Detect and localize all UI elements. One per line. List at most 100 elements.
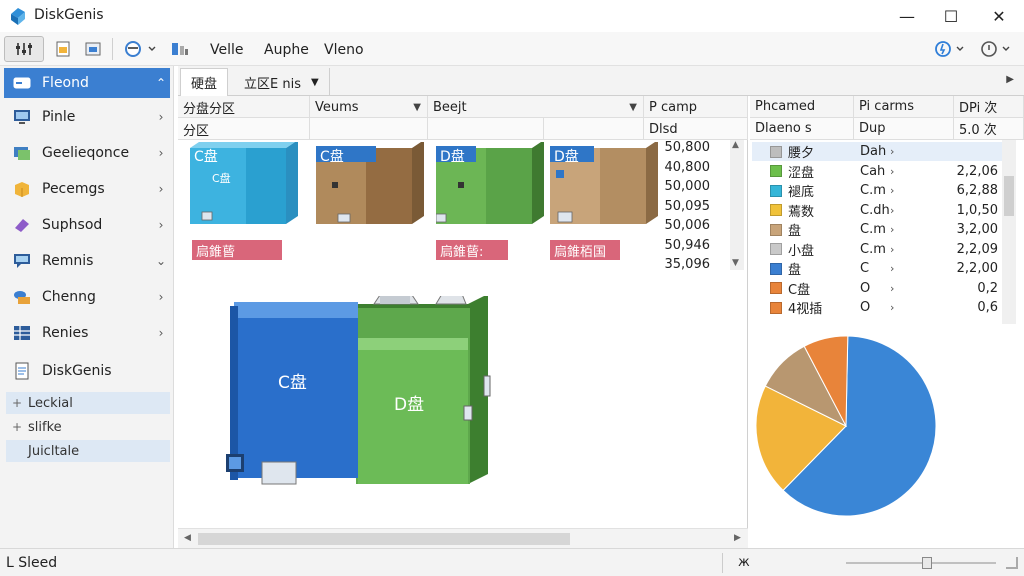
column-subheader: Dup <box>854 118 954 140</box>
sidebar-item-pinle[interactable]: Pinle › <box>4 102 170 132</box>
sidebar-item-pecemgs[interactable]: Pecemgs › <box>4 174 170 204</box>
expand-plus-icon[interactable]: + <box>6 420 28 434</box>
sidebar-subitem[interactable]: + Leckial <box>6 392 170 414</box>
chevron-right-icon[interactable]: › <box>152 182 170 196</box>
open-file-icon[interactable] <box>50 36 76 62</box>
size-value: 50,800 <box>664 140 711 155</box>
disk-tile-label: C盘 <box>320 149 344 165</box>
color-swatch <box>770 243 782 255</box>
chevron-right-icon[interactable]: › <box>152 326 170 340</box>
sidebar-item-fleond[interactable]: Fleond ⌃ <box>4 68 170 98</box>
horizontal-scrollbar[interactable]: ◀ ▶ <box>178 528 748 548</box>
sidebar-item-chenng[interactable]: Chenng › <box>4 282 170 312</box>
sidebar-subitem[interactable]: + slifke <box>6 416 170 438</box>
column-header[interactable]: Phcamed <box>750 96 854 118</box>
chevron-right-icon[interactable]: › <box>890 262 910 275</box>
partition-name: 盘 <box>788 263 802 278</box>
column-header[interactable]: DPi 次 <box>954 96 1024 118</box>
disk-visual-large[interactable]: C盘 D盘 <box>226 291 496 496</box>
partition-row[interactable]: 盘 C.m › 3,2,00 <box>752 220 1002 239</box>
chevron-right-icon[interactable]: › <box>890 223 910 236</box>
eraser-icon <box>12 216 32 234</box>
column-header[interactable]: P camp <box>644 96 748 118</box>
column-subheader <box>310 118 428 140</box>
partition-size: 0,2 <box>977 280 998 296</box>
chevron-right-icon[interactable]: › <box>152 218 170 232</box>
tools-button[interactable] <box>4 36 44 62</box>
dropdown-arrow-icon: ▼ <box>413 101 421 113</box>
chevron-right-icon[interactable]: › <box>890 145 910 158</box>
info-dropdown-icon[interactable] <box>976 36 1016 62</box>
partition-row[interactable]: 4视插 O › 0,6 <box>752 298 1002 317</box>
disk-tile-d[interactable]: D盘 <box>435 140 546 224</box>
close-button[interactable]: ✕ <box>976 0 1022 32</box>
chevron-right-icon[interactable]: › <box>152 110 170 124</box>
sidebar: Fleond ⌃ Pinle › Geelieqonce › Pecemgs ›… <box>0 66 174 548</box>
chevron-right-icon[interactable]: › <box>152 290 170 304</box>
maximize-button[interactable]: ☐ <box>928 0 974 32</box>
sidebar-subitem-label: Juicltale <box>28 443 80 459</box>
column-header[interactable]: Beejt ▼ <box>428 96 644 118</box>
color-swatch <box>770 262 782 275</box>
menu-velle[interactable]: Velle <box>210 42 244 58</box>
tab-partition[interactable]: 立区E nis ▼ <box>234 68 330 96</box>
sidebar-item-remnis[interactable]: Remnis ⌄ <box>4 246 170 276</box>
scrollbar-thumb[interactable] <box>1004 176 1014 216</box>
document-icon <box>12 362 32 380</box>
partition-row[interactable]: 蔫数 C.dh › 1,0,50 <box>752 201 1002 220</box>
disk-tile-c-brown[interactable]: C盘 <box>316 140 426 224</box>
zoom-slider[interactable] <box>846 562 996 564</box>
column-header[interactable]: Veums ▼ <box>310 96 428 118</box>
sidebar-item-diskgenis[interactable]: DiskGenis <box>4 356 170 386</box>
size-value: 50,006 <box>664 218 711 233</box>
save-disk-icon[interactable] <box>80 36 106 62</box>
vertical-scrollbar[interactable] <box>1002 140 1016 324</box>
sidebar-item-suphsod[interactable]: Suphsod › <box>4 210 170 240</box>
menu-vleno[interactable]: Vleno <box>324 42 364 58</box>
status-indicator: ж <box>738 555 750 570</box>
column-header[interactable]: 分盘分区 <box>178 96 310 118</box>
resize-grip-icon[interactable] <box>1006 557 1018 569</box>
disk-tile-d-tan[interactable]: D盘 <box>550 140 660 224</box>
sidebar-item-renies[interactable]: Renies › <box>4 318 170 348</box>
chevron-down-icon[interactable]: ⌄ <box>152 254 170 268</box>
zoom-slider-thumb[interactable] <box>922 557 932 569</box>
disk-status-badge: 扃錐蒈 <box>192 240 282 260</box>
scrollbar-thumb[interactable] <box>198 533 570 545</box>
chevron-right-icon[interactable]: › <box>152 146 170 160</box>
dropdown-arrow-icon: ▼ <box>629 101 637 113</box>
usage-pie-chart <box>755 336 937 517</box>
refresh-dropdown-icon[interactable] <box>120 36 160 62</box>
chevron-right-icon[interactable]: › <box>890 282 910 295</box>
window-title: DiskGenis <box>34 7 104 23</box>
chevron-right-icon[interactable]: › <box>890 243 910 256</box>
big-disk-d-label: D盘 <box>394 395 425 415</box>
minimize-button[interactable]: — <box>884 0 930 32</box>
partition-row[interactable]: 盘 C › 2,2,00 <box>752 259 1002 278</box>
menu-auphe[interactable]: Auphe <box>264 42 309 58</box>
tab-dropdown-icon[interactable]: ▼ <box>311 77 319 88</box>
tab-scroll-right-icon[interactable]: ▶ <box>1006 74 1014 85</box>
chevron-right-icon[interactable]: › <box>890 204 910 217</box>
partition-row[interactable]: 褪底 C.m › 6,2,88 <box>752 181 1002 200</box>
vertical-scrollbar[interactable]: ▲ ▼ <box>730 140 744 270</box>
column-header[interactable]: Pi carms <box>854 96 954 118</box>
disk-tile-c[interactable]: C盘 C盘 <box>190 140 300 224</box>
chevron-right-icon[interactable]: › <box>890 184 910 197</box>
expand-plus-icon[interactable]: + <box>6 396 28 410</box>
sidebar-subitem[interactable]: Juicltale <box>6 440 170 462</box>
partition-row[interactable]: 涩盘 Cah › 2,2,06 <box>752 162 1002 181</box>
sidebar-item-geelieqonce[interactable]: Geelieqonce › <box>4 138 170 168</box>
chevron-right-icon[interactable]: › <box>890 301 910 314</box>
power-settings-icon[interactable] <box>930 36 970 62</box>
partition-row[interactable]: 小盘 C.m › 2,2,09 <box>752 240 1002 259</box>
partition-type: O <box>860 300 871 315</box>
partition-row[interactable]: C盘 O › 0,2 <box>752 279 1002 298</box>
tab-disk[interactable]: 硬盘 <box>180 68 229 96</box>
chevron-right-icon[interactable]: › <box>890 165 910 178</box>
partition-row[interactable]: 腰夕 Dah › <box>752 142 1002 161</box>
partition-name: 盘 <box>788 224 802 239</box>
partition-map-icon[interactable] <box>168 36 192 62</box>
size-value: 50,946 <box>664 238 711 253</box>
chevron-up-icon[interactable]: ⌃ <box>152 76 170 90</box>
